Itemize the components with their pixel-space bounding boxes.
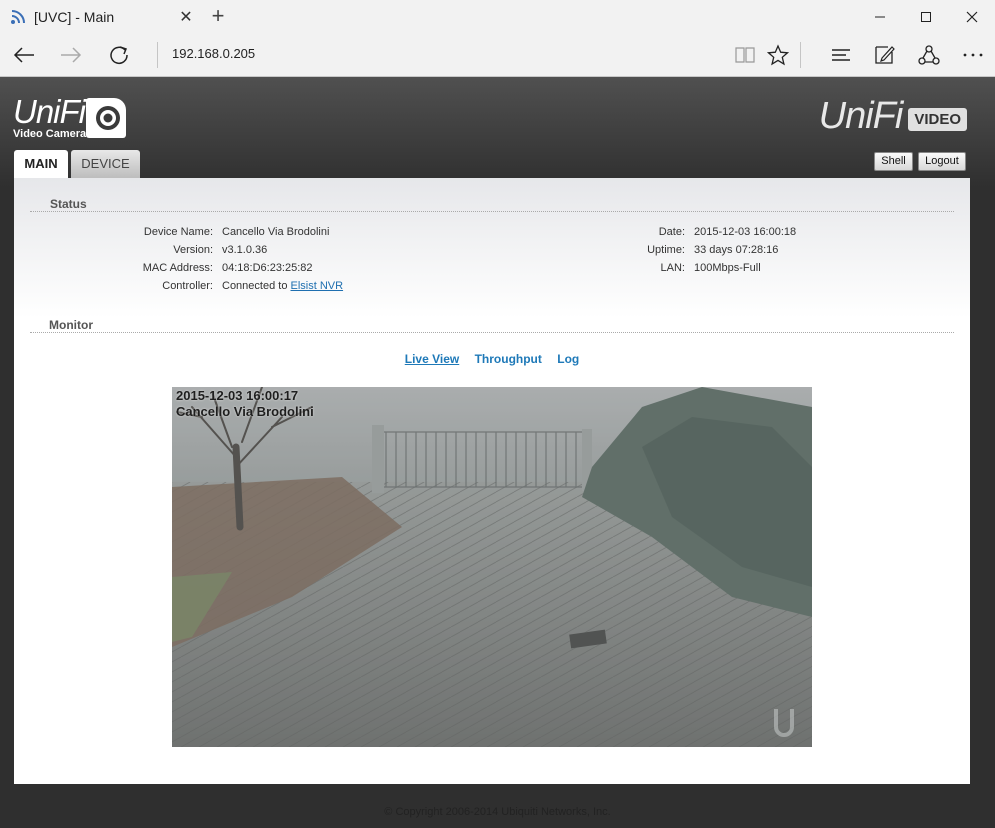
tab-title: [UVC] - Main — [34, 8, 115, 25]
controller-link[interactable]: Elsist NVR — [291, 280, 344, 292]
refresh-icon[interactable] — [96, 33, 142, 76]
monitor-tabs: Live View Throughput Log — [14, 352, 970, 366]
monitor-title: Monitor — [49, 318, 93, 332]
date-value: 2015-12-03 16:00:18 — [694, 226, 797, 238]
favorite-star-icon[interactable] — [755, 33, 801, 76]
camera-logo-icon — [86, 98, 126, 138]
unifi-video-camera-logo: UniFi Video Camera — [13, 93, 87, 140]
tab-throughput[interactable]: Throughput — [475, 352, 542, 366]
status-title: Status — [50, 197, 87, 211]
tab-device[interactable]: DEVICE — [71, 150, 140, 178]
lan-label: LAN: — [660, 262, 685, 274]
version-value: v3.1.0.36 — [222, 244, 268, 256]
toolbar-separator — [800, 42, 801, 68]
address-bar[interactable]: 192.168.0.205 — [172, 46, 255, 61]
tab-log[interactable]: Log — [557, 352, 579, 366]
web-note-icon[interactable] — [861, 33, 907, 76]
live-camera-view[interactable]: 2015-12-03 16:00:17 Cancello Via Brodoli… — [172, 387, 812, 747]
mac-label: MAC Address: — [142, 262, 213, 274]
logo-left-subtitle: Video Camera — [13, 128, 87, 140]
device-name-value: Cancello Via Brodolini — [222, 226, 330, 238]
lan-value: 100Mbps-Full — [694, 262, 761, 274]
status-divider — [30, 211, 954, 212]
date-label: Date: — [658, 226, 685, 238]
close-tab-icon[interactable]: ✕ — [171, 7, 201, 27]
window-close-icon[interactable] — [949, 0, 995, 33]
more-options-icon[interactable] — [950, 33, 995, 76]
logout-button[interactable]: Logout — [918, 152, 966, 171]
controller-label: Controller: — [162, 280, 213, 292]
page: UniFi Video Camera UniFi VIDEO MAIN DEVI… — [0, 77, 995, 828]
browser-titlebar: [UVC] - Main ✕ + — [0, 0, 995, 33]
new-tab-button[interactable]: + — [203, 0, 233, 33]
footer-copyright: © Copyright 2006-2014 Ubiquiti Networks,… — [384, 806, 611, 818]
back-arrow-icon[interactable] — [1, 33, 47, 76]
wifi-icon — [11, 9, 25, 24]
monitor-divider — [30, 332, 954, 333]
uptime-value: 33 days 07:28:16 — [694, 244, 779, 256]
logo-left-text: UniFi — [13, 93, 86, 130]
mac-value: 04:18:D6:23:25:82 — [222, 262, 313, 274]
browser-tab[interactable]: [UVC] - Main ✕ — [0, 0, 201, 33]
unifi-video-logo: UniFi VIDEO — [818, 95, 967, 137]
controller-value: Connected to Elsist NVR — [222, 280, 343, 292]
address-separator — [157, 42, 158, 68]
uptime-label: Uptime: — [647, 244, 685, 256]
minimize-icon[interactable] — [857, 0, 903, 33]
shell-button[interactable]: Shell — [874, 152, 913, 171]
browser-navbar: 192.168.0.205 — [0, 33, 995, 77]
logo-right-badge: VIDEO — [908, 108, 967, 131]
hub-icon[interactable] — [818, 33, 864, 76]
tab-main[interactable]: MAIN — [14, 150, 68, 178]
osd-timestamp: 2015-12-03 16:00:17 — [176, 388, 299, 403]
tab-live-view[interactable]: Live View — [405, 352, 459, 366]
logo-right-text: UniFi — [818, 95, 904, 137]
version-label: Version: — [173, 244, 213, 256]
controller-prefix: Connected to — [222, 280, 288, 292]
device-name-label: Device Name: — [143, 226, 213, 238]
main-panel: Status Device Name: Cancello Via Brodoli… — [14, 178, 970, 784]
osd-camera-name: Cancello Via Brodolini — [176, 404, 314, 419]
maximize-icon[interactable] — [903, 0, 949, 33]
camera-scene — [172, 387, 812, 747]
forward-arrow-icon[interactable] — [48, 33, 94, 76]
share-icon[interactable] — [906, 33, 952, 76]
